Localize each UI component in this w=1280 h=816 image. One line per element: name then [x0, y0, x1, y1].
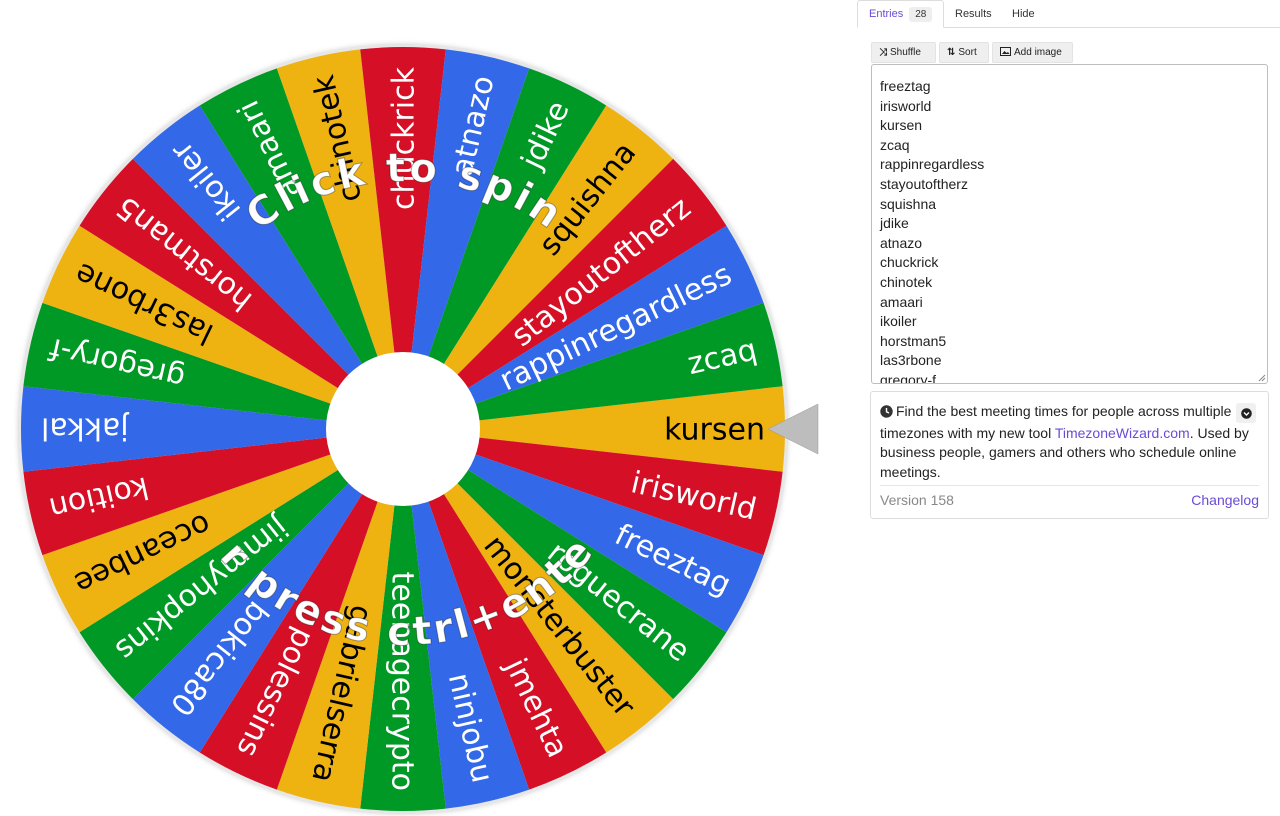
tab-entries-label: Entries: [869, 8, 904, 20]
version-label: Version 158: [880, 492, 954, 508]
shuffle-icon: ⤨: [879, 47, 887, 58]
changelog-link[interactable]: Changelog: [1191, 492, 1259, 508]
tab-entries[interactable]: Entries 28: [857, 0, 945, 28]
add-image-button[interactable]: Add image: [992, 42, 1073, 63]
image-icon: [1000, 46, 1011, 59]
entries-textarea[interactable]: freeztag irisworld kursen zcaq rappinregardl…: [871, 64, 1268, 384]
wheel-segment-label: teenagecrypto: [385, 572, 420, 791]
shuffle-label: Shuffle: [890, 47, 921, 58]
tab-hide[interactable]: Hide: [1001, 0, 1046, 27]
entry-line: zcaq: [880, 136, 910, 153]
tab-results-label: Results: [955, 7, 992, 20]
entry-line: amaari: [880, 293, 923, 310]
shuffle-button[interactable]: ⤨ Shuffle: [871, 42, 936, 63]
info-message: Find the best meeting times for people a…: [880, 402, 1250, 482]
entry-line: chuckrick: [880, 254, 939, 271]
tab-results[interactable]: Results: [944, 0, 1003, 27]
entry-line: rappinregardless: [880, 156, 985, 173]
entry-line: las3rbone: [880, 352, 942, 369]
entry-line: horstman5: [880, 332, 947, 349]
entry-line: ikoiler: [880, 313, 917, 330]
sort-label: Sort: [958, 47, 977, 58]
info-divider: [880, 485, 1259, 486]
entries-list: freeztag irisworld kursen zcaq rappinregardl…: [872, 65, 1267, 384]
entry-line: irisworld: [880, 97, 932, 114]
timezonewizard-link[interactable]: TimezoneWizard.com: [1055, 425, 1190, 441]
sort-icon: ⇅: [947, 47, 956, 58]
wheel-segment-label: kursen: [664, 413, 765, 448]
entry-line: freeztag: [880, 78, 931, 94]
wheel-segment-label: jakkal: [41, 411, 130, 446]
clock-icon: [880, 404, 893, 424]
sort-button[interactable]: ⇅ Sort: [939, 42, 989, 63]
entries-count-badge: 28: [909, 6, 933, 22]
tab-hide-label: Hide: [1012, 7, 1035, 20]
entry-line: kursen: [880, 117, 923, 134]
resize-handle-icon[interactable]: [1257, 373, 1266, 382]
info-panel: Find the best meeting times for people a…: [870, 391, 1269, 519]
spin-wheel[interactable]: kursen irisworld freeztag roguecrane monster…: [0, 0, 850, 816]
entry-line: stayoutoftherz: [880, 175, 968, 192]
wheel-graphic[interactable]: kursenirisworldfreeztagroguecranemonster…: [0, 0, 850, 816]
entry-line: squishna: [880, 195, 937, 212]
add-image-label: Add image: [1014, 47, 1062, 58]
entry-line: atnazo: [880, 234, 923, 251]
collapse-info-button[interactable]: [1236, 403, 1256, 423]
entry-line: chinotek: [880, 273, 933, 290]
wheel-center[interactable]: [326, 352, 480, 506]
panel-tabs: Entries 28 Results Hide: [857, 0, 1280, 28]
entry-line: gregory-f: [880, 371, 937, 384]
entry-line: jdike: [880, 215, 909, 232]
chevron-down-icon: [1240, 407, 1252, 419]
